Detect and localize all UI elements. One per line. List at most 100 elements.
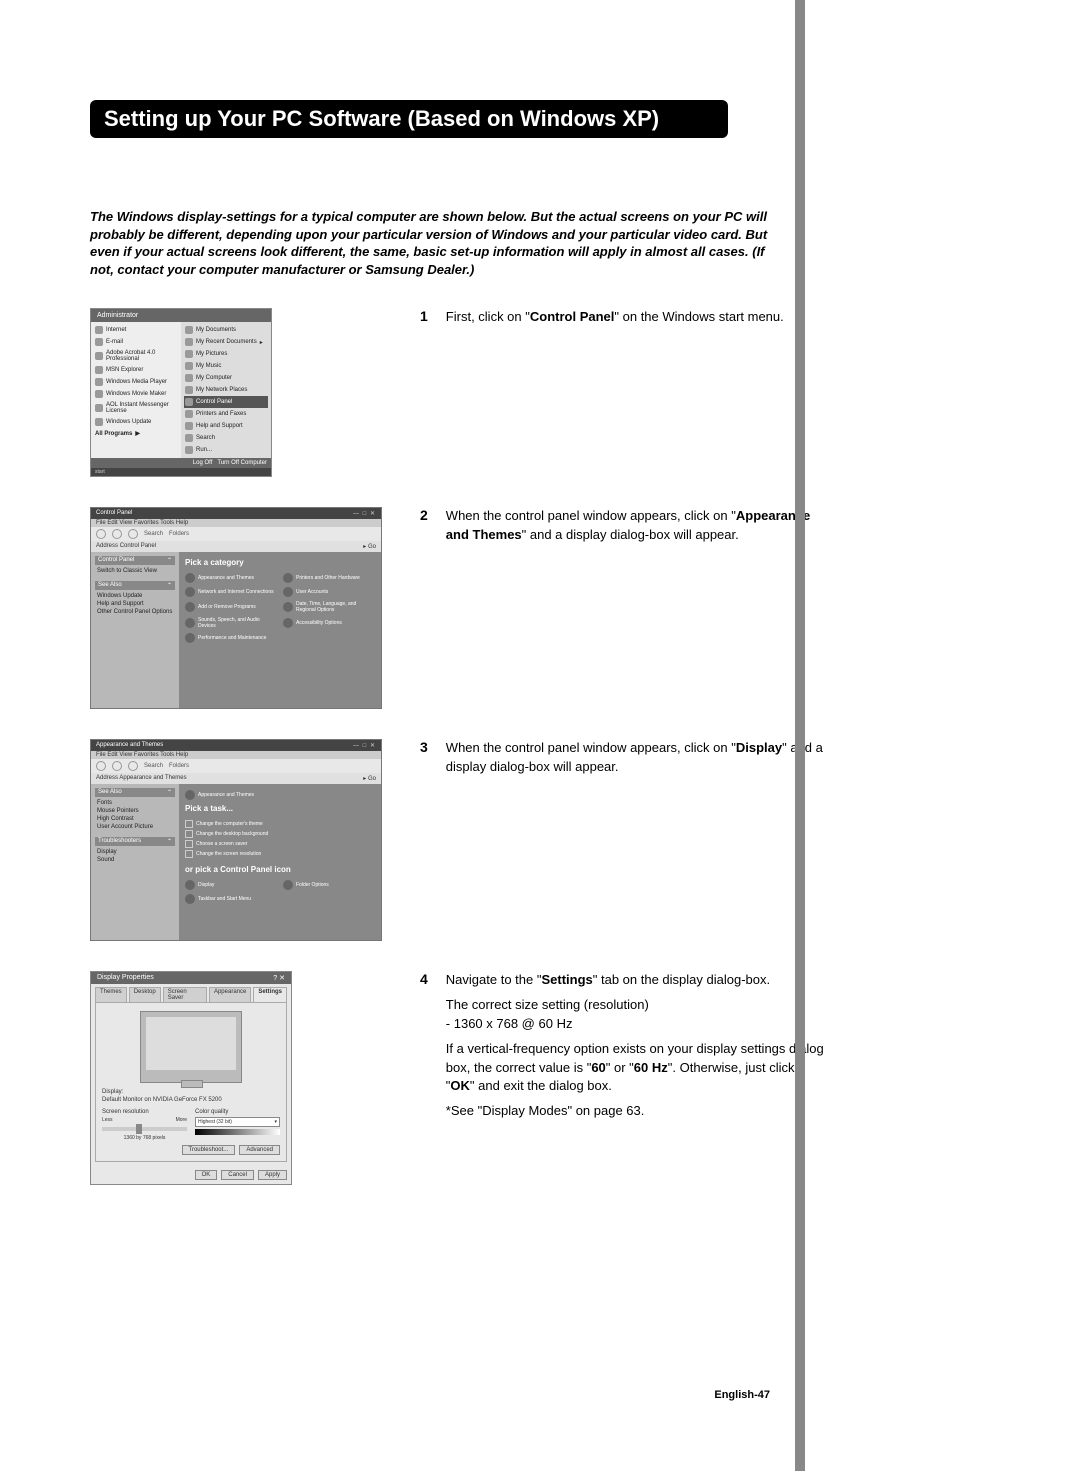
all-programs[interactable]: All Programs ▶ <box>94 428 178 439</box>
resolution-slider[interactable] <box>102 1127 187 1131</box>
side-header: Control Panel <box>98 557 134 564</box>
start-pinned-item[interactable]: Adobe Acrobat 4.0 Professional <box>94 348 178 364</box>
side-link[interactable]: Display <box>95 848 175 856</box>
category-item[interactable]: Sounds, Speech, and Audio Devices <box>185 617 277 629</box>
collapse-icon[interactable]: ⌃ <box>167 557 172 564</box>
collapse-icon[interactable]: ⌃ <box>167 838 172 845</box>
collapse-icon[interactable]: ⌃ <box>167 789 172 796</box>
side-link[interactable]: Other Control Panel Options <box>95 608 175 616</box>
start-button[interactable]: start <box>95 469 105 475</box>
figure-control-panel: Control Panel — □ ✕ File Edit View Favori… <box>90 507 380 709</box>
category-item[interactable]: Accessibility Options <box>283 617 375 629</box>
side-link[interactable]: User Account Picture <box>95 823 175 831</box>
control-panel-item[interactable]: Control Panel <box>184 396 268 408</box>
step-number: 3 <box>420 739 428 755</box>
window-controls-icon[interactable]: — □ ✕ <box>353 510 376 517</box>
switch-to-classic[interactable]: Switch to Classic View <box>95 567 175 575</box>
category-item[interactable]: Printers and Other Hardware <box>283 573 375 583</box>
folder-icon <box>185 326 193 334</box>
task-link[interactable]: Change the computer's theme <box>185 819 375 829</box>
start-pinned-item[interactable]: Windows Update <box>94 416 178 428</box>
task-link[interactable]: Choose a screen saver <box>185 839 375 849</box>
display-icon-link[interactable]: Display <box>185 880 277 890</box>
side-link[interactable]: High Contrast <box>95 815 175 823</box>
start-right-item[interactable]: Help and Support <box>184 420 268 432</box>
colorquality-label: Color quality <box>195 1109 280 1115</box>
toolbar-search[interactable]: Search <box>144 763 163 769</box>
go-button[interactable]: ▸ Go <box>363 775 376 782</box>
menubar[interactable]: File Edit View Favorites Tools Help <box>91 751 381 759</box>
cancel-button[interactable]: Cancel <box>221 1170 254 1180</box>
cp-icon-link[interactable]: Folder Options <box>283 880 375 890</box>
toolbar-folders[interactable]: Folders <box>169 531 189 537</box>
toolbar-search[interactable]: Search <box>144 531 163 537</box>
msn-icon <box>95 366 103 374</box>
tab-themes[interactable]: Themes <box>95 987 127 1002</box>
back-icon[interactable] <box>96 529 106 539</box>
turnoff-button[interactable]: Turn Off Computer <box>217 460 267 466</box>
advanced-button[interactable]: Advanced <box>239 1145 280 1155</box>
tab-settings[interactable]: Settings <box>253 987 287 1002</box>
start-right-item[interactable]: My Documents <box>184 324 268 336</box>
ok-button[interactable]: OK <box>195 1170 218 1180</box>
cp-icon-link[interactable]: Taskbar and Start Menu <box>185 894 277 904</box>
up-icon[interactable] <box>128 529 138 539</box>
address-value[interactable]: Appearance and Themes <box>119 775 186 781</box>
toolbar[interactable]: Search Folders <box>91 527 381 541</box>
tab-appearance[interactable]: Appearance <box>209 987 251 1002</box>
mail-icon <box>95 338 103 346</box>
category-item[interactable]: Add or Remove Programs <box>185 601 277 613</box>
forward-icon[interactable] <box>112 529 122 539</box>
address-value[interactable]: Control Panel <box>120 543 156 549</box>
side-link[interactable]: Fonts <box>95 799 175 807</box>
apply-button[interactable]: Apply <box>258 1170 287 1180</box>
menubar[interactable]: File Edit View Favorites Tools Help <box>91 519 381 527</box>
back-icon[interactable] <box>96 761 106 771</box>
colorquality-dropdown[interactable]: Highest (32 bit)▾ <box>195 1117 280 1127</box>
start-right-item[interactable]: My Recent Documents ▸ <box>184 336 268 348</box>
network-icon <box>185 587 195 597</box>
tab-screensaver[interactable]: Screen Saver <box>163 987 207 1002</box>
task-link[interactable]: Change the desktop background <box>185 829 375 839</box>
category-appearance[interactable]: Appearance and Themes <box>185 573 277 583</box>
category-item[interactable]: Date, Time, Language, and Regional Optio… <box>283 601 375 613</box>
collapse-icon[interactable]: ⌃ <box>167 582 172 589</box>
side-link[interactable]: Sound <box>95 856 175 864</box>
side-link[interactable]: Help and Support <box>95 600 175 608</box>
start-pinned-item[interactable]: AOL Instant Messenger License <box>94 400 178 416</box>
troubleshoot-button[interactable]: Troubleshoot... <box>182 1145 236 1155</box>
up-icon[interactable] <box>128 761 138 771</box>
monitor-preview <box>140 1011 242 1083</box>
section-title: Appearance and Themes <box>198 792 254 798</box>
tab-desktop[interactable]: Desktop <box>129 987 161 1002</box>
logoff-button[interactable]: Log Off <box>193 460 213 466</box>
window-controls-icon[interactable]: — □ ✕ <box>353 742 376 749</box>
category-item[interactable]: Network and Internet Connections <box>185 587 277 597</box>
task-link[interactable]: Change the screen resolution <box>185 849 375 859</box>
display-icon <box>185 880 195 890</box>
start-pinned-item[interactable]: MSN Explorer <box>94 364 178 376</box>
start-right-item[interactable]: Search <box>184 432 268 444</box>
start-pinned-item[interactable]: Windows Movie Maker <box>94 388 178 400</box>
toolbar[interactable]: Search Folders <box>91 759 381 773</box>
start-right-item[interactable]: Printers and Faxes <box>184 408 268 420</box>
start-pinned-item[interactable]: E-mail <box>94 336 178 348</box>
go-button[interactable]: ▸ Go <box>363 543 376 550</box>
start-right-item[interactable]: My Music <box>184 360 268 372</box>
start-right-item[interactable]: My Computer <box>184 372 268 384</box>
step-row: Display Properties? ✕ Themes Desktop Scr… <box>90 971 990 1185</box>
start-pinned-item[interactable]: Windows Media Player <box>94 376 178 388</box>
start-right-item[interactable]: My Network Places <box>184 384 268 396</box>
window-controls-icon[interactable]: ? ✕ <box>273 974 285 982</box>
start-right-item[interactable]: Run... <box>184 444 268 456</box>
category-item[interactable]: User Accounts <box>283 587 375 597</box>
side-link[interactable]: Windows Update <box>95 592 175 600</box>
toolbar-folders[interactable]: Folders <box>169 763 189 769</box>
start-pinned-item[interactable]: Internet <box>94 324 178 336</box>
forward-icon[interactable] <box>112 761 122 771</box>
sounds-icon <box>185 618 195 628</box>
address-label: Address <box>96 775 118 781</box>
start-right-item[interactable]: My Pictures <box>184 348 268 360</box>
side-link[interactable]: Mouse Pointers <box>95 807 175 815</box>
category-item[interactable]: Performance and Maintenance <box>185 633 277 643</box>
